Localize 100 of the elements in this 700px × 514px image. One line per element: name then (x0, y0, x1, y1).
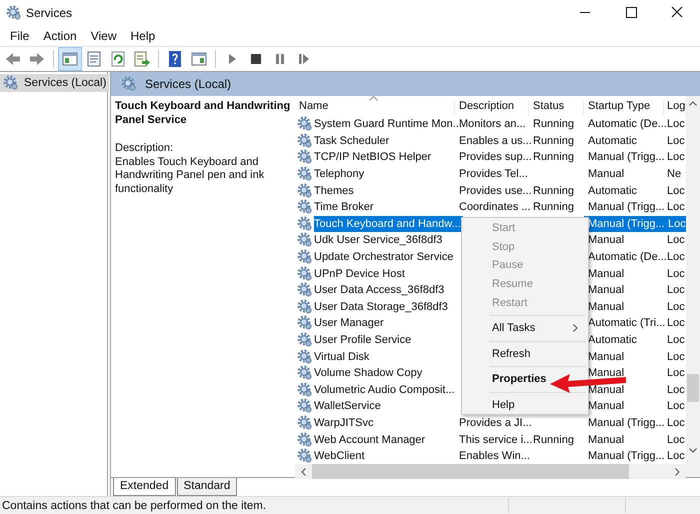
properties-icon[interactable] (85, 50, 103, 68)
scroll-up-icon[interactable] (689, 100, 697, 106)
column-header[interactable]: Status (529, 100, 584, 116)
gear-icon (297, 266, 313, 282)
gear-icon (297, 298, 313, 315)
table-cell: Loc (667, 434, 685, 446)
table-cell: Automatic (De... (588, 251, 667, 264)
help-icon[interactable] (166, 50, 184, 68)
table-cell[interactable]: Update Orchestrator Service (314, 251, 454, 264)
scroll-thumb[interactable] (687, 374, 699, 402)
gear-icon (297, 132, 313, 149)
table-cell[interactable]: Task Scheduler (314, 134, 390, 147)
table-cell: Manual (588, 384, 624, 396)
table-cell: Loc (667, 400, 685, 412)
table-cell: Automatic (Tri... (588, 317, 666, 330)
table-cell: Manual (588, 284, 624, 296)
gear-icon (3, 75, 19, 91)
table-cell[interactable]: WebClient (314, 450, 365, 462)
table-cell: Enables Win... (459, 450, 530, 462)
table-cell[interactable]: User Data Storage_36f8df3 (314, 300, 448, 313)
console-tree-icon[interactable] (61, 50, 79, 68)
table-cell[interactable]: Volume Shadow Copy (314, 367, 422, 380)
table-cell[interactable]: WarpJITSvc (314, 416, 374, 429)
table-cell: Manual (Trigg... (588, 416, 665, 429)
table-cell: Running (533, 201, 574, 214)
table-cell[interactable]: Themes (314, 184, 354, 197)
table-cell: Manual (588, 234, 624, 246)
gear-icon (297, 448, 313, 464)
service-name: Touch Keyboard and Handwriting Panel Service (115, 100, 291, 127)
table-cell: Running (533, 151, 574, 164)
gear-icon (297, 216, 313, 232)
table-cell[interactable]: Udk User Service_36f8df3 (314, 234, 442, 246)
gear-icon (121, 76, 137, 92)
menu-item[interactable]: Refresh (462, 344, 531, 364)
view-tab[interactable]: Standard (176, 478, 238, 496)
refresh-icon[interactable] (109, 50, 127, 68)
table-cell: Running (533, 134, 574, 147)
menu-item[interactable]: Properties (462, 370, 546, 389)
column-header[interactable]: Name (295, 100, 455, 116)
column-header[interactable]: Description (455, 100, 529, 116)
horizontal-scrollbar[interactable] (295, 464, 686, 480)
table-cell[interactable]: User Profile Service (314, 334, 412, 346)
table-cell: Manual (Trigg... (588, 450, 665, 462)
table-cell[interactable]: System Guard Runtime Mon... (314, 118, 462, 130)
table-cell[interactable]: User Manager (314, 317, 384, 330)
menu-item[interactable]: View (84, 28, 124, 42)
table-cell: Loc (667, 234, 685, 246)
forward-arrow-icon[interactable] (28, 50, 46, 68)
menu-item[interactable]: File (3, 28, 36, 42)
menu-item[interactable]: Action (36, 28, 84, 42)
table-cell[interactable]: Volumetric Audio Composit... (314, 384, 455, 396)
table-cell[interactable]: Time Broker (314, 201, 374, 214)
table-cell: Automatic (588, 134, 637, 147)
table-cell: Loc (667, 334, 685, 346)
menu-item[interactable]: Help (124, 28, 162, 42)
table-cell: Manual (588, 350, 624, 363)
table-cell: Loc (667, 251, 685, 264)
table-cell: Manual (588, 400, 624, 412)
menu-item[interactable]: Help (462, 396, 515, 414)
table-cell[interactable]: Virtual Disk (314, 350, 370, 363)
scroll-left-icon[interactable] (301, 468, 306, 476)
view-tab[interactable]: Extended (113, 478, 176, 496)
window-title: Services (26, 6, 74, 20)
tree-item[interactable]: Services (Local) (0, 74, 110, 92)
table-cell: Loc (664, 216, 686, 232)
scroll-down-icon[interactable] (689, 448, 697, 452)
gear-icon (297, 332, 313, 348)
action-pane-icon[interactable] (190, 50, 208, 68)
table-cell[interactable]: UPnP Device Host (314, 268, 405, 280)
table-cell[interactable]: Telephony (314, 168, 364, 180)
table-cell: Provides a JI... (459, 416, 532, 429)
table-cell: Loc (667, 350, 685, 363)
table-cell: Monitors an... (459, 118, 526, 130)
vertical-scrollbar[interactable] (686, 96, 700, 477)
table-cell[interactable]: Web Account Manager (314, 434, 426, 446)
table-cell: Manual (588, 367, 624, 380)
description-text: Enables Touch Keyboard and Handwriting Panel pen and ink functionality (115, 156, 266, 196)
export-icon[interactable] (133, 50, 151, 68)
column-header[interactable]: Startup Type (584, 100, 664, 116)
table-cell: Enables a us... (459, 134, 532, 147)
table-cell: Loc (667, 118, 685, 130)
table-cell[interactable]: TCP/IP NetBIOS Helper (314, 151, 432, 164)
table-cell: Coordinates ... (459, 201, 531, 214)
gear-icon (297, 348, 313, 365)
table-cell: Manual (Trigg... (584, 216, 664, 232)
scroll-right-icon[interactable] (675, 468, 680, 476)
gear-icon (297, 432, 313, 448)
gear-icon (297, 232, 313, 248)
table-cell[interactable]: WalletService (314, 400, 381, 412)
gear-icon (297, 398, 313, 414)
gear-icon (297, 282, 313, 298)
back-arrow-icon[interactable] (4, 50, 22, 68)
menu-item[interactable]: All Tasks (462, 318, 588, 338)
scroll-thumb[interactable] (312, 464, 629, 480)
gear-icon (297, 365, 313, 382)
table-cell[interactable]: User Data Access_36f8df3 (314, 284, 444, 296)
table-cell: Loc (667, 367, 685, 380)
table-cell: Provides Tel... (459, 168, 528, 180)
table-cell[interactable]: Touch Keyboard and Handw... (314, 216, 463, 232)
table-cell: Manual (588, 300, 624, 313)
